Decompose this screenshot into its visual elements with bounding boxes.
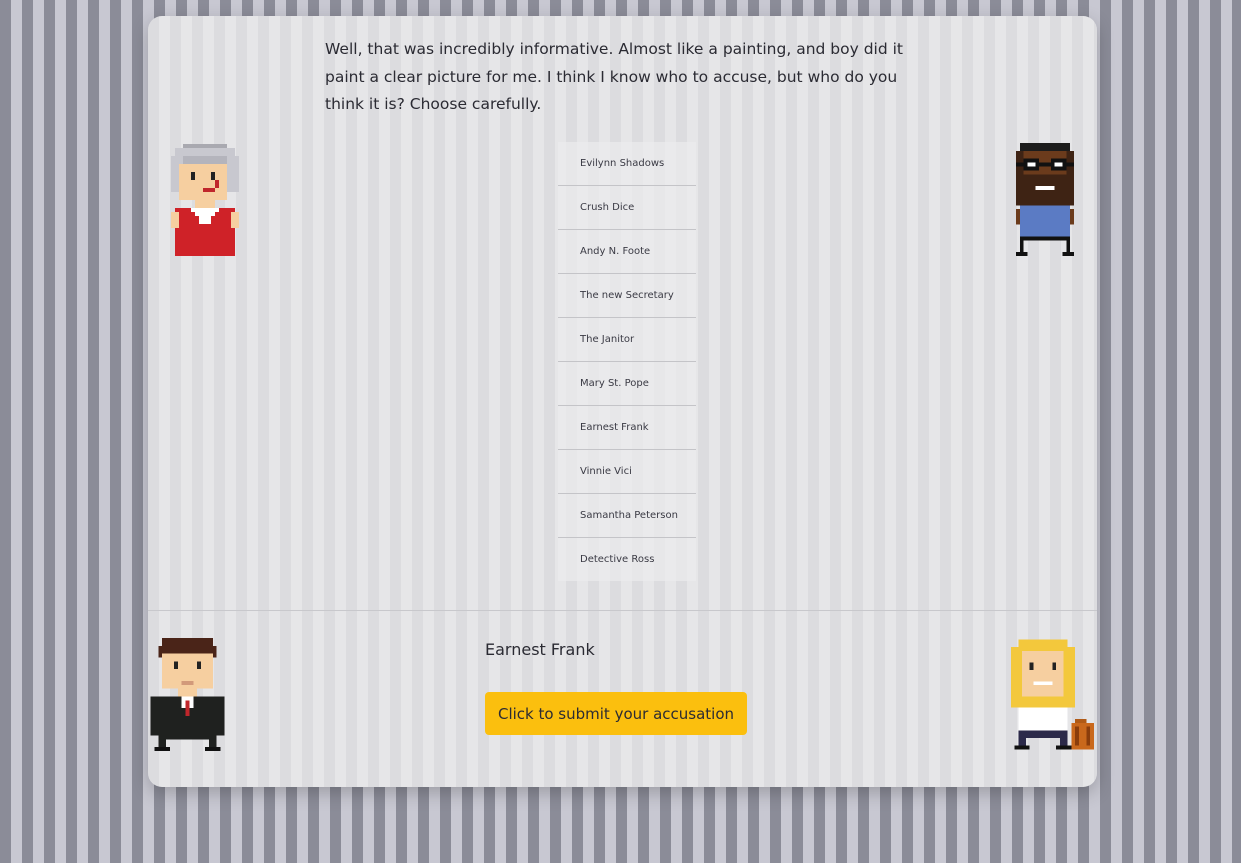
suspect-option[interactable]: Detective Ross — [558, 538, 696, 581]
grey-haired-woman-avatar — [171, 144, 239, 256]
suspect-option[interactable]: The new Secretary — [558, 274, 696, 318]
suspect-option[interactable]: Mary St. Pope — [558, 362, 696, 406]
suspect-option[interactable]: Vinnie Vici — [558, 450, 696, 494]
suspect-option[interactable]: Earnest Frank — [558, 406, 696, 450]
bearded-man-avatar — [1015, 143, 1075, 256]
selected-suspect-name: Earnest Frank — [485, 640, 595, 659]
suited-man-avatar — [150, 638, 225, 751]
suspect-option[interactable]: The Janitor — [558, 318, 696, 362]
accusation-card: Well, that was incredibly informative. A… — [148, 16, 1097, 787]
section-divider — [148, 610, 1097, 611]
submit-accusation-button[interactable]: Click to submit your accusation — [485, 692, 747, 735]
suspect-option[interactable]: Samantha Peterson — [558, 494, 696, 538]
intro-text: Well, that was incredibly informative. A… — [325, 40, 903, 113]
suspect-list: Evilynn Shadows Crush Dice Andy N. Foote… — [558, 142, 696, 581]
suspect-option[interactable]: Crush Dice — [558, 186, 696, 230]
suspect-option[interactable]: Andy N. Foote — [558, 230, 696, 274]
blonde-woman-avatar — [1010, 639, 1094, 750]
suspect-option[interactable]: Evilynn Shadows — [558, 142, 696, 186]
